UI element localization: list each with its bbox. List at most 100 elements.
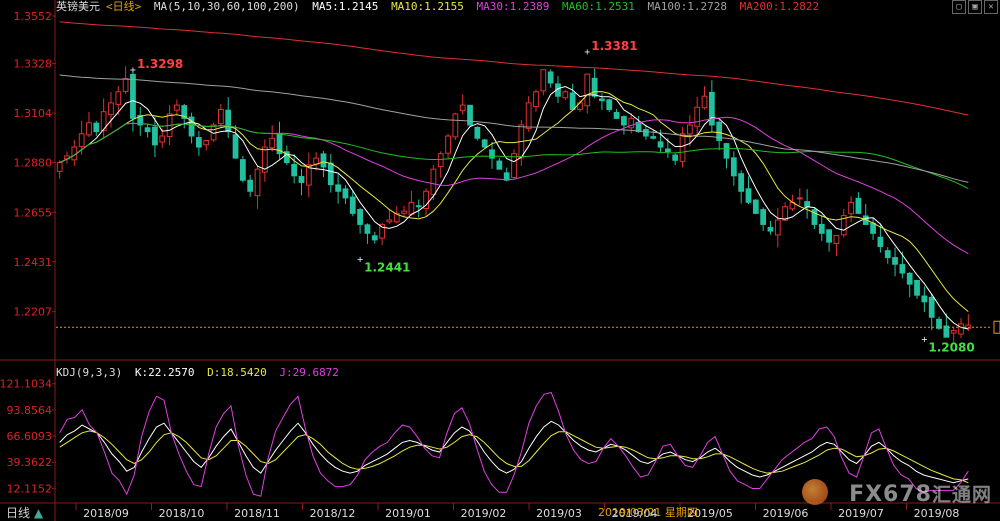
candle-body xyxy=(225,109,232,133)
candle-body xyxy=(643,129,649,137)
candle-body xyxy=(569,92,576,110)
candle-body xyxy=(467,104,473,126)
candle-body xyxy=(665,148,671,152)
candle-body xyxy=(584,73,591,107)
ma30-line xyxy=(59,116,969,255)
kdj-tick-label: 66.6093 xyxy=(7,430,53,443)
candle-body xyxy=(364,224,371,234)
cursor-date: 2019/03/21 xyxy=(598,506,662,519)
candle-body xyxy=(914,279,920,296)
restore-button[interactable]: ▢ xyxy=(952,0,966,14)
ma5-line xyxy=(59,85,969,330)
candle-body xyxy=(481,139,488,148)
date-tick-label: 2019/02 xyxy=(461,507,507,520)
date-tick-label: 2018/10 xyxy=(159,507,205,520)
candle-body xyxy=(386,219,393,223)
price-tick-label: 1.3552 xyxy=(14,10,53,23)
kdj-tick-label: 12.1152 xyxy=(7,482,53,495)
candle-body xyxy=(958,323,964,335)
candle-body xyxy=(562,91,569,99)
date-tick-label: 2019/01 xyxy=(385,507,431,520)
candle-body xyxy=(855,197,862,214)
candle-body xyxy=(232,134,239,159)
date-tick-label: 2018/09 xyxy=(83,507,129,520)
candle-body xyxy=(928,296,935,318)
candle-body xyxy=(93,122,100,133)
candle-body xyxy=(599,98,605,102)
kdj-tick-label: 121.1034 xyxy=(0,378,52,391)
period-tab-label: 日线 xyxy=(6,506,31,520)
candle-body xyxy=(818,223,825,234)
price-tick-label: 1.2207 xyxy=(14,305,53,318)
candle-body xyxy=(833,234,840,244)
maximize-button[interactable]: ▣ xyxy=(968,0,982,14)
candle-body xyxy=(921,295,928,303)
candle-body xyxy=(152,126,158,146)
date-tick-label: 2019/08 xyxy=(914,507,960,520)
current-price-marker xyxy=(993,320,1000,334)
candle-body xyxy=(745,188,752,203)
candle-body xyxy=(796,197,803,200)
candle-body xyxy=(804,201,811,208)
watermark-text: FX678 xyxy=(849,482,932,507)
kdj-j-label: J:29.6872 xyxy=(279,366,339,379)
candle-body xyxy=(884,250,891,259)
annotation-label: 1.3381 xyxy=(591,39,637,53)
candle-body xyxy=(774,219,781,236)
candle-body xyxy=(752,199,759,214)
annotation-label: 1.3298 xyxy=(137,57,183,71)
candle-body xyxy=(203,139,210,146)
candle-body xyxy=(122,78,129,92)
kdj-tick-label: 93.8564 xyxy=(7,404,53,417)
candle-body xyxy=(906,272,913,285)
candle-body xyxy=(437,153,444,167)
close-button[interactable]: ✕ xyxy=(984,0,998,14)
candle-body xyxy=(196,137,202,148)
candle-body xyxy=(672,154,679,161)
candle-body xyxy=(606,99,613,110)
candle-body xyxy=(708,91,715,126)
candle-body xyxy=(767,227,774,232)
extreme-marker-icon: + xyxy=(921,334,927,345)
period-tab[interactable]: 日线 ▲ xyxy=(6,504,43,521)
candle-body xyxy=(159,135,166,143)
candle-body xyxy=(723,143,730,159)
date-tick-label: 2019/03 xyxy=(536,507,582,520)
kdj-d-label: D:18.5420 xyxy=(207,366,267,379)
candle-body xyxy=(415,205,422,208)
candle-body xyxy=(657,141,664,148)
candle-body xyxy=(408,201,415,215)
ma60-label: MA60:1.2531 xyxy=(562,0,635,13)
watermark: FX678汇通网 xyxy=(849,480,992,507)
candle-body xyxy=(144,127,151,133)
candle-body xyxy=(342,188,349,199)
candle-body xyxy=(826,229,832,243)
candle-body xyxy=(217,108,224,125)
price-tick-label: 1.2655 xyxy=(14,206,53,219)
period-tab-arrow-icon: ▲ xyxy=(33,506,44,520)
ma10-line xyxy=(59,91,969,312)
annotation-label: 1.2080 xyxy=(928,340,974,354)
candle-body xyxy=(525,102,532,130)
candle-body xyxy=(679,133,686,162)
candle-body xyxy=(349,196,356,214)
kdj-k-label: K:22.2570 xyxy=(134,366,195,379)
candle-body xyxy=(327,162,334,186)
date-tick-label: 2019/07 xyxy=(838,507,884,520)
candle-body xyxy=(503,172,510,181)
candle-body xyxy=(965,324,972,329)
candle-body xyxy=(701,95,708,109)
kdj-tick-label: 39.3622 xyxy=(7,456,53,469)
candle-body xyxy=(848,201,854,215)
candle-body xyxy=(254,168,261,197)
date-tick-label: 2018/11 xyxy=(234,507,280,520)
candle-body xyxy=(174,104,180,111)
candle-body xyxy=(56,162,63,172)
candle-body xyxy=(730,157,737,177)
candle-body xyxy=(877,236,884,248)
price-tick-label: 1.2880 xyxy=(14,157,53,170)
candle-body xyxy=(357,209,363,225)
extreme-marker-icon: + xyxy=(130,65,136,76)
candle-body xyxy=(298,176,305,183)
candle-body xyxy=(269,137,276,149)
